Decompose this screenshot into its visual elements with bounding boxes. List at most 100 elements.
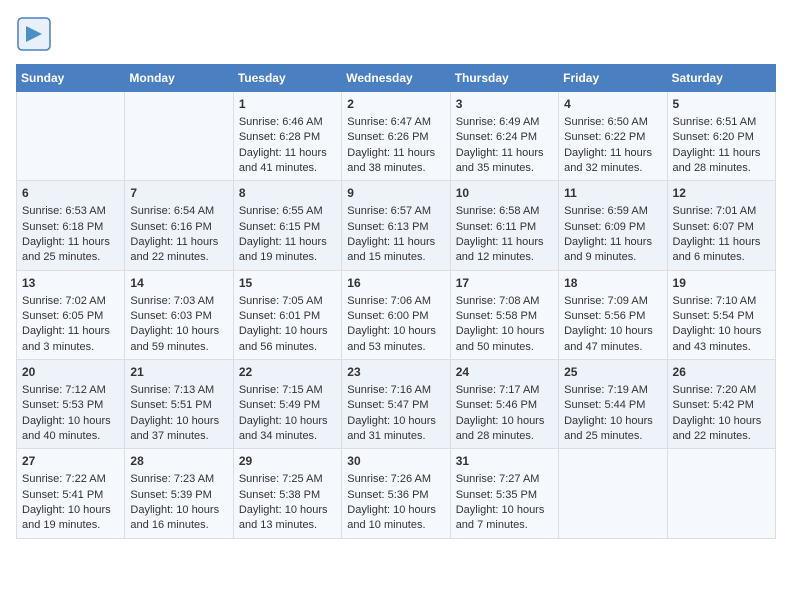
calendar-day-cell: 2Sunrise: 6:47 AMSunset: 6:26 PMDaylight… [342,92,450,181]
daylight-text: Daylight: 10 hours and 50 minutes. [456,324,553,355]
sunset-text: Sunset: 5:42 PM [673,398,770,413]
weekday-header: Sunday [17,65,125,92]
sunset-text: Sunset: 6:13 PM [347,220,444,235]
daylight-text: Daylight: 11 hours and 25 minutes. [22,235,119,266]
daylight-text: Daylight: 10 hours and 53 minutes. [347,324,444,355]
day-number: 6 [22,185,119,202]
calendar-header-row: SundayMondayTuesdayWednesdayThursdayFrid… [17,65,776,92]
daylight-text: Daylight: 11 hours and 12 minutes. [456,235,553,266]
daylight-text: Daylight: 11 hours and 3 minutes. [22,324,119,355]
sunset-text: Sunset: 6:18 PM [22,220,119,235]
calendar-week-row: 27Sunrise: 7:22 AMSunset: 5:41 PMDayligh… [17,449,776,538]
sunrise-text: Sunrise: 7:16 AM [347,383,444,398]
sunset-text: Sunset: 5:56 PM [564,309,661,324]
daylight-text: Daylight: 10 hours and 10 minutes. [347,503,444,534]
daylight-text: Daylight: 10 hours and 34 minutes. [239,414,336,445]
daylight-text: Daylight: 11 hours and 15 minutes. [347,235,444,266]
calendar-day-cell [559,449,667,538]
day-number: 14 [130,275,227,292]
weekday-header: Wednesday [342,65,450,92]
daylight-text: Daylight: 10 hours and 47 minutes. [564,324,661,355]
sunset-text: Sunset: 5:36 PM [347,488,444,503]
day-number: 19 [673,275,770,292]
sunrise-text: Sunrise: 7:19 AM [564,383,661,398]
daylight-text: Daylight: 11 hours and 41 minutes. [239,146,336,177]
sunrise-text: Sunrise: 7:13 AM [130,383,227,398]
sunrise-text: Sunrise: 7:05 AM [239,294,336,309]
day-number: 26 [673,364,770,381]
day-number: 16 [347,275,444,292]
calendar-day-cell: 6Sunrise: 6:53 AMSunset: 6:18 PMDaylight… [17,181,125,270]
sunrise-text: Sunrise: 7:01 AM [673,204,770,219]
calendar-day-cell: 15 Sunrise: 7:05 AMSunset: 6:01 PMDayligh… [233,270,341,359]
daylight-text: Daylight: 10 hours and 31 minutes. [347,414,444,445]
sunset-text: Sunset: 6:28 PM [239,130,336,145]
calendar-day-cell: 19Sunrise: 7:10 AMSunset: 5:54 PMDayligh… [667,270,775,359]
day-number: 9 [347,185,444,202]
calendar-day-cell: 20Sunrise: 7:12 AMSunset: 5:53 PMDayligh… [17,360,125,449]
sunset-text: Sunset: 6:01 PM [239,309,336,324]
sunset-text: Sunset: 6:16 PM [130,220,227,235]
sunset-text: Sunset: 5:51 PM [130,398,227,413]
calendar-day-cell: 25 Sunrise: 7:19 AMSunset: 5:44 PMDayligh… [559,360,667,449]
calendar-day-cell: 29Sunrise: 7:25 AMSunset: 5:38 PMDayligh… [233,449,341,538]
sunrise-text: Sunrise: 7:17 AM [456,383,553,398]
sunrise-text: Sunrise: 7:26 AM [347,472,444,487]
calendar-day-cell: 28Sunrise: 7:23 AMSunset: 5:39 PMDayligh… [125,449,233,538]
day-number: 17 [456,275,553,292]
page-header [16,16,776,52]
calendar-day-cell: 17Sunrise: 7:08 AMSunset: 5:58 PMDayligh… [450,270,558,359]
sunrise-text: Sunrise: 6:49 AM [456,115,553,130]
daylight-text: Daylight: 10 hours and 40 minutes. [22,414,119,445]
sunrise-text: Sunrise: 6:47 AM [347,115,444,130]
calendar-day-cell: 4Sunrise: 6:50 AMSunset: 6:22 PMDaylight… [559,92,667,181]
day-number: 23 [347,364,444,381]
sunrise-text: Sunrise: 6:58 AM [456,204,553,219]
daylight-text: Daylight: 11 hours and 35 minutes. [456,146,553,177]
sunset-text: Sunset: 5:38 PM [239,488,336,503]
daylight-text: Daylight: 10 hours and 28 minutes. [456,414,553,445]
sunset-text: Sunset: 6:22 PM [564,130,661,145]
day-number: 25 [564,364,661,381]
day-number: 15 [239,275,336,292]
day-number: 21 [130,364,227,381]
day-number: 5 [673,96,770,113]
sunrise-text: Sunrise: 6:51 AM [673,115,770,130]
day-number: 28 [130,453,227,470]
daylight-text: Daylight: 10 hours and 7 minutes. [456,503,553,534]
sunset-text: Sunset: 5:54 PM [673,309,770,324]
day-number: 12 [673,185,770,202]
calendar-day-cell [667,449,775,538]
sunrise-text: Sunrise: 6:54 AM [130,204,227,219]
day-number: 27 [22,453,119,470]
sunset-text: Sunset: 6:07 PM [673,220,770,235]
calendar-table: SundayMondayTuesdayWednesdayThursdayFrid… [16,64,776,539]
daylight-text: Daylight: 11 hours and 28 minutes. [673,146,770,177]
sunrise-text: Sunrise: 7:12 AM [22,383,119,398]
sunset-text: Sunset: 6:15 PM [239,220,336,235]
sunset-text: Sunset: 6:20 PM [673,130,770,145]
sunset-text: Sunset: 5:49 PM [239,398,336,413]
daylight-text: Daylight: 10 hours and 25 minutes. [564,414,661,445]
day-number: 4 [564,96,661,113]
day-number: 10 [456,185,553,202]
daylight-text: Daylight: 11 hours and 6 minutes. [673,235,770,266]
sunset-text: Sunset: 6:05 PM [22,309,119,324]
sunset-text: Sunset: 5:39 PM [130,488,227,503]
day-number: 3 [456,96,553,113]
calendar-day-cell: 5 Sunrise: 6:51 AMSunset: 6:20 PMDaylight… [667,92,775,181]
calendar-day-cell: 12 Sunrise: 7:01 AMSunset: 6:07 PMDayligh… [667,181,775,270]
day-number: 7 [130,185,227,202]
sunrise-text: Sunrise: 7:03 AM [130,294,227,309]
day-number: 29 [239,453,336,470]
sunset-text: Sunset: 6:00 PM [347,309,444,324]
daylight-text: Daylight: 10 hours and 59 minutes. [130,324,227,355]
daylight-text: Daylight: 10 hours and 56 minutes. [239,324,336,355]
sunset-text: Sunset: 5:44 PM [564,398,661,413]
sunset-text: Sunset: 6:26 PM [347,130,444,145]
calendar-day-cell: 31Sunrise: 7:27 AMSunset: 5:35 PMDayligh… [450,449,558,538]
sunset-text: Sunset: 6:11 PM [456,220,553,235]
calendar-week-row: 13Sunrise: 7:02 AMSunset: 6:05 PMDayligh… [17,270,776,359]
sunset-text: Sunset: 6:24 PM [456,130,553,145]
sunrise-text: Sunrise: 7:22 AM [22,472,119,487]
